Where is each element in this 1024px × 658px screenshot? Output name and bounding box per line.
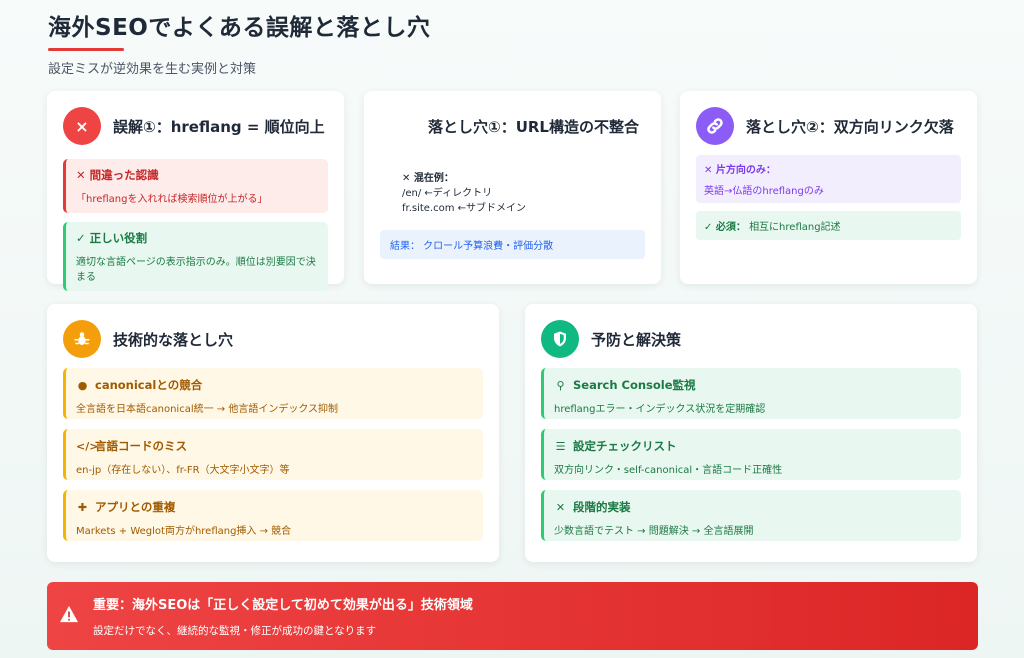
required-text: 相互にhreflang記述 xyxy=(749,222,841,233)
pitfall-text: en-jp（存在しない）、fr-FR（大文字小文字）等 xyxy=(76,465,290,476)
banner-text: 設定だけでなく、継続的な監視・修正が成功の鍵となります xyxy=(93,625,377,637)
banner-title: 重要：海外SEOは「正しく設定して初めて効果が出る」技術領域 xyxy=(93,598,473,613)
card-header: × 誤解①：hreflang = 順位向上 xyxy=(63,107,328,145)
solution-item: ⚲ Search Console監視 hreflangエラー・インデックス状況を定… xyxy=(541,368,961,419)
card-url-structure: 落とし穴①：URL構造の不整合 ✕ 混在例： /en/ ←ディレクトリ fr.s… xyxy=(364,91,661,284)
required-label: ✓ 必須： xyxy=(704,222,746,233)
card-technical-pitfalls: 技術的な落とし穴 ● canonicalとの競合 全言語を日本語canonical… xyxy=(47,304,499,562)
card-title: 落とし穴②：双方向リンク欠落 xyxy=(746,117,954,136)
wrong-belief-text: 「hreflangを入れれば検索順位が上がる」 xyxy=(76,194,268,205)
pitfall-text: Markets + Weglot両方がhreflang挿入 → 競合 xyxy=(76,526,292,537)
card-title: 誤解①：hreflang = 順位向上 xyxy=(113,117,325,136)
code-icon: </> xyxy=(76,439,99,453)
tools-icon: ✕ xyxy=(555,500,566,514)
correct-role-text: 適切な言語ページの表示指示のみ。順位は別要因で決まる xyxy=(76,257,316,283)
one-way-text: 英語→仏語のhreflangのみ xyxy=(704,186,824,197)
pitfall-title: アプリとの重複 xyxy=(95,500,176,514)
header: 海外SEOでよくある誤解と落とし穴 xyxy=(48,8,430,51)
wrong-belief-box: ✕ 間違った認識 「hreflangを入れれば検索順位が上がる」 xyxy=(63,159,328,213)
shield-icon xyxy=(541,320,579,358)
pitfall-item: ● canonicalとの競合 全言語を日本語canonical統一 → 他言語イ… xyxy=(63,368,483,419)
solution-item: ☰ 設定チェックリスト 双方向リンク・self-canonical・言語コード正確… xyxy=(541,429,961,480)
one-way-box: ✕ 片方向のみ： 英語→仏語のhreflangのみ xyxy=(696,155,961,203)
pitfall-title: 言語コードのミス xyxy=(95,439,187,453)
pitfall-text: 全言語を日本語canonical統一 → 他言語インデックス抑制 xyxy=(76,404,339,415)
card-header: 技術的な落とし穴 xyxy=(63,320,483,358)
solution-title: 設定チェックリスト xyxy=(573,439,677,453)
card-prevention-solutions: 予防と解決策 ⚲ Search Console監視 hreflangエラー・インデ… xyxy=(525,304,977,562)
pitfall-title: canonicalとの競合 xyxy=(95,378,203,392)
card-misconception-hreflang: × 誤解①：hreflang = 順位向上 ✕ 間違った認識 「hreflang… xyxy=(47,91,344,291)
mixed-example-line: /en/ ←ディレクトリ xyxy=(402,188,493,199)
warning-icon xyxy=(59,605,79,628)
solution-text: 双方向リンク・self-canonical・言語コード正確性 xyxy=(554,465,783,476)
result-box: 結果： クロール予算浪費・評価分散 xyxy=(380,230,645,259)
pitfall-item: ✚ アプリとの重複 Markets + Weglot両方がhreflang挿入 →… xyxy=(63,490,483,541)
important-banner: 重要：海外SEOは「正しく設定して初めて効果が出る」技術領域 設定だけでなく、継… xyxy=(47,582,978,650)
alert-icon: ● xyxy=(77,378,88,392)
page-subtitle: 設定ミスが逆効果を生む実例と対策 xyxy=(48,62,257,77)
solution-item: ✕ 段階的実装 少数言語でテスト → 問題解決 → 全言語展開 xyxy=(541,490,961,541)
card-title: 技術的な落とし穴 xyxy=(113,330,234,349)
correct-role-title: ✓ 正しい役割 xyxy=(76,231,148,245)
card-title: 落とし穴①：URL構造の不整合 xyxy=(428,117,639,136)
pitfall-item: </> 言語コードのミス en-jp（存在しない）、fr-FR（大文字小文字）等 xyxy=(63,429,483,480)
title-underline xyxy=(48,48,124,51)
one-way-title: ✕ 片方向のみ： xyxy=(704,165,776,176)
page-title: 海外SEOでよくある誤解と落とし穴 xyxy=(48,15,431,41)
card-header: 落とし穴①：URL構造の不整合 xyxy=(380,107,645,145)
solution-title: 段階的実装 xyxy=(573,500,631,514)
correct-role-box: ✓ 正しい役割 適切な言語ページの表示指示のみ。順位は別要因で決まる xyxy=(63,222,328,291)
solution-title: Search Console監視 xyxy=(573,378,696,392)
wrong-belief-title: ✕ 間違った認識 xyxy=(76,168,159,182)
mixed-example-line: fr.site.com ←サブドメイン xyxy=(402,203,527,214)
puzzle-icon: ✚ xyxy=(77,500,88,514)
checklist-icon: ☰ xyxy=(555,439,566,453)
solution-text: 少数言語でテスト → 問題解決 → 全言語展開 xyxy=(554,526,754,537)
card-bidirectional-links: 落とし穴②：双方向リンク欠落 ✕ 片方向のみ： 英語→仏語のhreflangのみ… xyxy=(680,91,977,284)
mixed-example: ✕ 混在例： /en/ ←ディレクトリ fr.site.com ←サブドメイン xyxy=(402,171,645,216)
link-icon xyxy=(696,107,734,145)
card-title: 予防と解決策 xyxy=(591,330,682,349)
close-icon: × xyxy=(63,107,101,145)
card-header: 落とし穴②：双方向リンク欠落 xyxy=(696,107,961,145)
required-box: ✓ 必須： 相互にhreflang記述 xyxy=(696,211,961,240)
bug-icon xyxy=(63,320,101,358)
card-header: 予防と解決策 xyxy=(541,320,961,358)
search-icon: ⚲ xyxy=(556,378,565,392)
mixed-example-title: ✕ 混在例： xyxy=(402,173,454,184)
solution-text: hreflangエラー・インデックス状況を定期確認 xyxy=(554,404,766,415)
